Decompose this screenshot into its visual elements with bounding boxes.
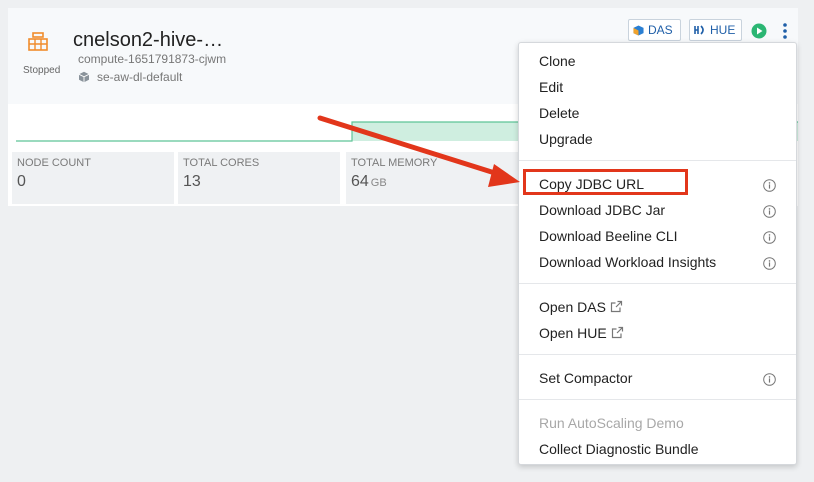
stat-total-memory: TOTAL MEMORY 64 GB [346, 152, 518, 204]
menu-divider [519, 399, 796, 400]
status-label: Stopped [23, 65, 61, 76]
menu-item-label: Open HUE [539, 325, 607, 341]
menu-item-open-hue[interactable]: Open HUE [539, 325, 624, 341]
menu-item-download-workload-insights[interactable]: Download Workload Insights [539, 254, 716, 270]
environment-name: se-aw-dl-default [97, 70, 183, 84]
stat-value: 13 [183, 173, 201, 190]
actions-dropdown-menu: Clone Edit Delete Upgrade Copy JDBC URL … [518, 42, 797, 465]
stopped-status-icon [28, 32, 48, 51]
highlight-box [523, 169, 688, 195]
menu-divider [519, 354, 796, 355]
external-link-icon [611, 326, 623, 339]
menu-item-collect-diagnostic-bundle[interactable]: Collect Diagnostic Bundle [539, 441, 699, 457]
stat-value: 64 GB [351, 173, 387, 190]
stat-label: TOTAL CORES [183, 157, 260, 169]
menu-item-label: Open DAS [539, 299, 606, 315]
menu-item-download-jdbc-jar[interactable]: Download JDBC Jar [539, 202, 665, 218]
hue-button-label: HUE [710, 23, 736, 37]
menu-divider [519, 283, 796, 284]
info-icon[interactable] [763, 179, 776, 192]
info-icon[interactable] [763, 373, 776, 386]
info-icon[interactable] [763, 231, 776, 244]
menu-item-set-compactor[interactable]: Set Compactor [539, 370, 632, 386]
menu-item-upgrade[interactable]: Upgrade [539, 131, 593, 147]
menu-item-run-autoscaling-demo: Run AutoScaling Demo [539, 415, 684, 431]
info-icon[interactable] [763, 205, 776, 218]
compute-id: compute-1651791873-cjwm [78, 52, 227, 66]
stat-unit: GB [370, 177, 387, 189]
environment-row: se-aw-dl-default [78, 70, 182, 84]
play-icon[interactable] [751, 23, 767, 39]
menu-item-download-beeline-cli[interactable]: Download Beeline CLI [539, 228, 678, 244]
das-button[interactable]: DAS [628, 19, 681, 41]
info-icon[interactable] [763, 257, 776, 270]
hue-icon [694, 25, 704, 35]
more-options-icon[interactable] [782, 22, 788, 40]
menu-item-clone[interactable]: Clone [539, 53, 576, 69]
menu-item-open-das[interactable]: Open DAS [539, 299, 623, 315]
stat-value: 0 [17, 173, 26, 190]
das-button-label: DAS [648, 23, 673, 37]
menu-item-delete[interactable]: Delete [539, 105, 579, 121]
cube-icon [78, 71, 90, 83]
das-icon [633, 24, 644, 36]
stat-node-count: NODE COUNT 0 [12, 152, 174, 204]
stat-total-cores: TOTAL CORES 13 [178, 152, 340, 204]
external-link-icon [610, 300, 623, 313]
stat-label: NODE COUNT [17, 157, 91, 169]
menu-divider [519, 160, 796, 161]
compute-name[interactable]: cnelson2-hive-… [73, 29, 223, 52]
hue-button[interactable]: HUE [689, 19, 742, 41]
menu-item-edit[interactable]: Edit [539, 79, 563, 95]
stat-label: TOTAL MEMORY [351, 157, 438, 169]
